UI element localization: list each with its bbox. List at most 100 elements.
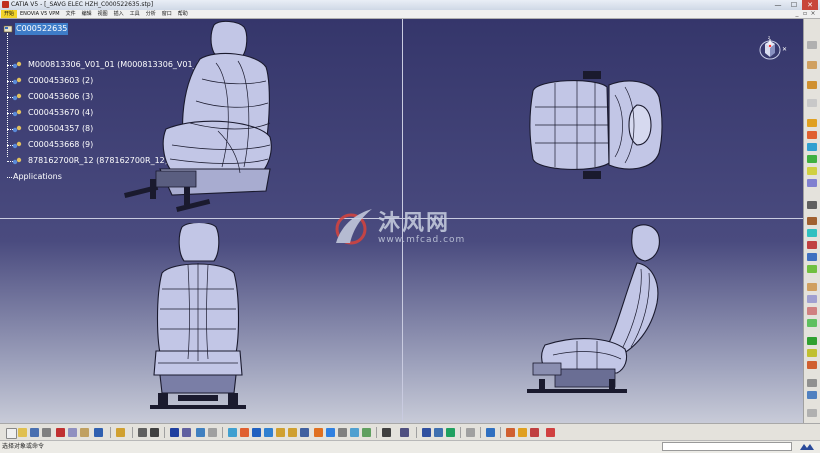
multi-view-icon[interactable] [362, 428, 371, 437]
sketch-tool-icon[interactable] [807, 61, 817, 69]
thickness-tool-icon[interactable] [807, 265, 817, 273]
select-tool-icon[interactable] [807, 41, 817, 49]
quick-view-icon[interactable] [314, 428, 323, 437]
menu-tools[interactable]: 工具 [127, 10, 143, 18]
explode-icon[interactable] [518, 428, 527, 437]
maximize-button[interactable]: ☐ [786, 0, 802, 10]
rotate-icon[interactable] [264, 428, 273, 437]
scene-icon[interactable] [506, 428, 515, 437]
shell-tool-icon[interactable] [807, 253, 817, 261]
seat-model-side-view[interactable] [525, 223, 675, 399]
fly-mode-icon[interactable] [228, 428, 237, 437]
paste-icon[interactable] [80, 428, 89, 437]
zoom-in-icon[interactable] [276, 428, 285, 437]
shading-icon[interactable] [326, 428, 335, 437]
tree-item-label: C000453603 (2) [28, 76, 94, 85]
formula-icon[interactable] [138, 428, 147, 437]
toolbar-separator [500, 427, 501, 438]
report-icon[interactable] [546, 428, 555, 437]
snapshot-icon[interactable] [530, 428, 539, 437]
print-icon[interactable] [42, 428, 51, 437]
toolbar-separator [110, 427, 111, 438]
boolean-tool-icon[interactable] [807, 337, 817, 345]
update-icon[interactable] [400, 428, 409, 437]
axis-tool-icon[interactable] [807, 201, 817, 209]
3d-viewport[interactable]: C000522635 M000813306_V01_01 (M000813306… [0, 19, 803, 423]
assemble-tool-icon[interactable] [807, 349, 817, 357]
close-button[interactable]: ✕ [802, 0, 818, 10]
open-file-icon[interactable] [18, 428, 27, 437]
properties-icon[interactable] [208, 428, 217, 437]
toolbar-separator [480, 427, 481, 438]
undo-icon[interactable] [94, 428, 103, 437]
seat-model-front-view[interactable] [148, 223, 248, 419]
fillet-tool-icon[interactable] [807, 217, 817, 225]
gear-icon[interactable] [807, 99, 817, 107]
measure-tool-icon[interactable] [807, 379, 817, 387]
tree-item-label: C000453670 (4) [28, 108, 94, 117]
constraint-tool-icon[interactable] [807, 81, 817, 89]
mirror-tool-icon[interactable] [807, 307, 817, 315]
remove-tool-icon[interactable] [807, 361, 817, 369]
menu-edit[interactable]: 编辑 [79, 10, 95, 18]
groove-tool-icon[interactable] [807, 155, 817, 163]
shaft-tool-icon[interactable] [807, 143, 817, 151]
material-icon[interactable] [486, 428, 495, 437]
menu-window[interactable]: 窗口 [159, 10, 175, 18]
clash-icon[interactable] [466, 428, 475, 437]
chamfer-tool-icon[interactable] [807, 229, 817, 237]
rotate-tool-icon[interactable] [807, 295, 817, 303]
camera-icon[interactable] [382, 428, 391, 437]
hole-tool-icon[interactable] [807, 167, 817, 175]
copy-icon[interactable] [68, 428, 77, 437]
draft-tool-icon[interactable] [807, 241, 817, 249]
fit-all-icon[interactable] [240, 428, 249, 437]
rib-tool-icon[interactable] [807, 179, 817, 187]
normal-view-icon[interactable] [300, 428, 309, 437]
menu-insert[interactable]: 插入 [111, 10, 127, 18]
window-title: CATIA V5 - [_SAVG ELEC HZH_C000522635.st… [11, 1, 154, 8]
toolbar-separator [460, 427, 461, 438]
menu-view[interactable]: 视图 [95, 10, 111, 18]
minimize-button[interactable]: — [770, 0, 786, 10]
cut-icon[interactable] [56, 428, 65, 437]
seat-model-isometric[interactable] [120, 19, 280, 219]
hide-show-icon[interactable] [338, 428, 347, 437]
new-file-icon[interactable] [6, 428, 17, 439]
doc-close-button[interactable]: × [809, 10, 817, 18]
save-icon[interactable] [30, 428, 39, 437]
pan-icon[interactable] [252, 428, 261, 437]
menu-bar: 开始 ENOVIA V5 VPM 文件 编辑 视图 插入 工具 分析 窗口 帮助… [0, 10, 820, 19]
more-tools-icon[interactable] [807, 409, 817, 417]
menu-analyze[interactable]: 分析 [143, 10, 159, 18]
toolbar-separator [376, 427, 377, 438]
compass-icon[interactable]: z ✕ [758, 36, 790, 62]
knowledge-icon[interactable] [150, 428, 159, 437]
part-icon [12, 93, 22, 101]
pattern-tool-icon[interactable] [807, 319, 817, 327]
menu-start[interactable]: 开始 [1, 10, 18, 18]
doc-restore-button[interactable]: ▫ [801, 10, 809, 18]
command-input[interactable] [662, 442, 792, 451]
catalog-icon[interactable] [170, 428, 179, 437]
catia-app-icon [2, 1, 9, 8]
macro-icon[interactable] [182, 428, 191, 437]
menu-help[interactable]: 帮助 [175, 10, 191, 18]
inertia-icon[interactable] [434, 428, 443, 437]
menu-file[interactable]: 文件 [63, 10, 79, 18]
pocket-tool-icon[interactable] [807, 131, 817, 139]
watermark-url: www.mfcad.com [378, 235, 466, 245]
pad-tool-icon[interactable] [807, 119, 817, 127]
translate-tool-icon[interactable] [807, 283, 817, 291]
constraint-icon[interactable] [446, 428, 455, 437]
seat-model-top-view[interactable] [525, 71, 670, 181]
whats-this-icon[interactable] [116, 428, 125, 437]
graph-icon[interactable] [196, 428, 205, 437]
swap-visible-icon[interactable] [350, 428, 359, 437]
watermark-logo-icon [335, 209, 372, 245]
zoom-out-icon[interactable] [288, 428, 297, 437]
analysis-tool-icon[interactable] [807, 391, 817, 399]
doc-minimize-button[interactable]: _ [793, 10, 801, 18]
menu-enovia[interactable]: ENOVIA V5 VPM [17, 10, 63, 18]
measure-icon[interactable] [422, 428, 431, 437]
